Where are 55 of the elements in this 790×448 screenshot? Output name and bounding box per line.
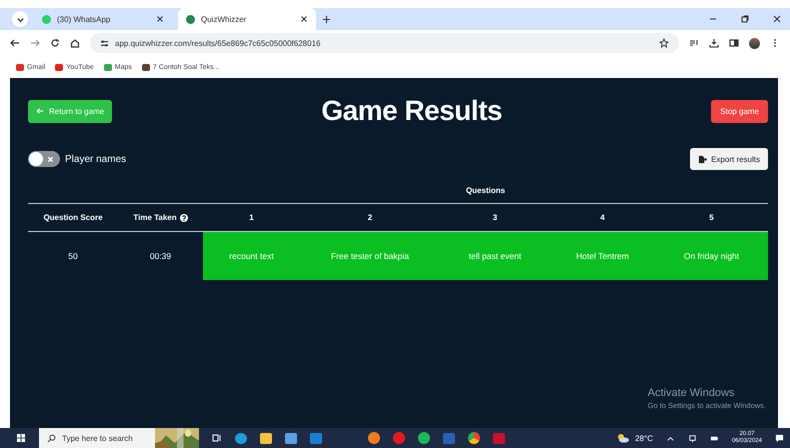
new-tab-icon[interactable] [322,14,331,24]
task-view-icon[interactable] [212,433,222,443]
download-icon[interactable] [709,38,719,48]
toggle-label: Player names [65,154,126,164]
battery-icon[interactable] [710,434,719,442]
column-header: 1 [249,213,254,222]
site-settings-icon[interactable] [100,38,109,48]
answer-cell: Free tester of bakpia [300,232,440,280]
weather-icon[interactable] [616,433,630,443]
media-icon[interactable] [689,38,699,48]
toggle-switch[interactable] [28,151,60,167]
column-header: Time Taken [133,213,177,222]
tab-title: QuizWhizzer [201,14,248,24]
temperature: 28°C [635,434,653,442]
close-icon[interactable] [156,15,164,23]
answer-cell: recount text [203,232,300,280]
column-header: Question Score [43,213,103,222]
close-icon[interactable] [300,15,308,23]
address-bar[interactable]: app.quizwhizzer.com/results/65e869c7c65c05000f628016 [90,33,679,53]
page-title: Game Results [321,95,502,127]
forward-icon[interactable] [30,38,40,48]
column-header: 3 [492,213,498,222]
answer-cell: Hotel Tentrem [550,232,655,280]
answer-cell: tell past event [440,232,550,280]
activation-title: Activate Windows [648,387,736,399]
windows-start-icon[interactable] [16,433,26,443]
notification-icon[interactable] [775,434,784,442]
taskbar-search-field[interactable]: Type here to search [39,428,199,448]
group-heading: Questions [464,186,506,195]
browser-tab[interactable]: QuizWhizzer [178,8,316,30]
home-icon[interactable] [70,38,80,48]
close-icon[interactable] [772,14,782,24]
column-header: 5 [709,213,714,222]
column-header: 2 [368,213,372,222]
profile-avatar[interactable] [749,38,760,48]
arrow-left-icon [36,106,44,114]
restore-icon[interactable] [740,14,750,24]
reload-icon[interactable] [50,38,60,48]
search-icon [47,434,56,442]
tab-list-button[interactable] [12,11,28,27]
table-cell-text: 50 [67,250,79,263]
browser-tab[interactable]: (30) WhatsApp [34,8,172,30]
export-button[interactable]: Export results [690,148,768,170]
export-icon [698,154,708,164]
tab-title: (30) WhatsApp [57,14,112,24]
star-icon[interactable] [659,38,669,48]
back-icon[interactable] [10,38,20,48]
answer-cell: On friday night [655,232,768,280]
cross-icon [47,156,54,162]
network-icon[interactable] [688,434,697,442]
column-header: 4 [600,213,605,222]
help-icon[interactable] [180,214,188,222]
side-panel-icon[interactable] [729,38,739,48]
stop-button[interactable]: Stop game [711,100,768,122]
table-cell-text: 00:39 [148,250,172,263]
